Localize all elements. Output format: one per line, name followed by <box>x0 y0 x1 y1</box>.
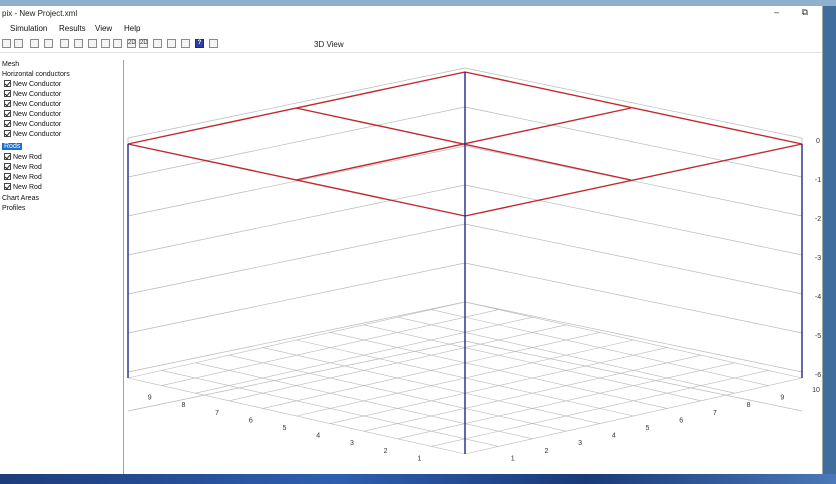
checkbox[interactable] <box>4 183 11 190</box>
menu-help[interactable]: Help <box>124 24 140 33</box>
tree-item-conductor[interactable]: New Conductor <box>4 130 61 140</box>
menu-simulation[interactable]: Simulation <box>10 24 47 33</box>
y-tick-label: 3 <box>350 440 354 447</box>
chart-icon[interactable] <box>153 39 162 48</box>
z-tick-label: -1 <box>815 177 821 184</box>
checkbox[interactable] <box>4 100 11 107</box>
desktop-strip-bottom <box>0 474 836 484</box>
x-tick-label: 10 <box>812 387 820 394</box>
window-controls[interactable]: – ⧉ <box>774 7 818 18</box>
3d-view-canvas[interactable]: 0 -1 -2 -3 -4 -5 -6 1 2 3 4 5 6 7 8 9 10 1 2 3 4 5 6 7 8 9 <box>124 60 822 476</box>
tree-item-profiles[interactable]: Profiles <box>2 204 25 214</box>
wall-level-line <box>127 223 466 295</box>
z-tick-label: -3 <box>815 255 821 262</box>
y-tick-label: 7 <box>215 410 219 417</box>
x-tick-label: 9 <box>780 395 784 402</box>
wall-level-line <box>127 184 466 256</box>
2d-plot-icon[interactable]: 2D <box>127 39 136 48</box>
tree-item-conductor[interactable]: New Conductor <box>4 120 61 130</box>
x-tick-label: 6 <box>679 417 683 424</box>
tree-item-horizontal-conductors[interactable]: Horizontal conductors <box>2 70 70 80</box>
x-tick-label: 7 <box>713 410 717 417</box>
x-tick-label: 2 <box>544 448 548 455</box>
tree-item-chart-areas[interactable]: Chart Areas <box>2 194 39 204</box>
y-tick-label: 2 <box>384 448 388 455</box>
disk-icon[interactable] <box>14 39 23 48</box>
tree-item-conductor[interactable]: New Conductor <box>4 110 61 120</box>
wall-level-line <box>464 301 803 373</box>
open-icon[interactable] <box>30 39 39 48</box>
tree-item-rods[interactable]: Rods <box>2 142 23 152</box>
z-tick-label: -4 <box>815 294 821 301</box>
menu-bar: Simulation Results View Help <box>0 22 822 36</box>
wall-level-line <box>464 106 803 178</box>
window-title: pix - New Project.xml <box>2 9 78 18</box>
arrow-icon[interactable] <box>60 39 69 48</box>
x-tick-label: 4 <box>612 433 616 440</box>
chart-edit-icon[interactable] <box>181 39 190 48</box>
tab-3d-view[interactable]: 3D View <box>314 40 344 49</box>
edit-icon[interactable] <box>44 39 53 48</box>
rods-icon[interactable] <box>113 39 122 48</box>
y-tick-label: 8 <box>181 402 185 409</box>
y-tick-label: 6 <box>249 417 253 424</box>
save-icon[interactable] <box>2 39 11 48</box>
checkbox[interactable] <box>4 90 11 97</box>
title-bar: pix - New Project.xml – ⧉ <box>0 6 822 22</box>
menu-view[interactable]: View <box>95 24 112 33</box>
tree-item-rod[interactable]: New Rod <box>4 173 42 183</box>
surface-icon[interactable] <box>167 39 176 48</box>
menu-results[interactable]: Results <box>59 24 86 33</box>
app-window: pix - New Project.xml – ⧉ Simulation Res… <box>0 6 823 476</box>
z-tick-label: -2 <box>815 216 821 223</box>
tree-item-rod[interactable]: New Rod <box>4 163 42 173</box>
tree-item-conductor[interactable]: New Conductor <box>4 90 61 100</box>
tree-item-conductor[interactable]: New Conductor <box>4 80 61 90</box>
x-tick-label: 1 <box>511 455 515 462</box>
help-icon[interactable]: ? <box>195 39 204 48</box>
checkbox[interactable] <box>4 110 11 117</box>
toolbar: 2D 2D? <box>0 37 822 53</box>
tree-item-rod[interactable]: New Rod <box>4 153 42 163</box>
z-tick-label: -6 <box>815 372 821 379</box>
wall-level-line <box>127 301 466 373</box>
wall-level-line <box>464 67 803 139</box>
wall-level-line <box>127 67 466 139</box>
table-icon[interactable] <box>101 39 110 48</box>
tree-item-mesh[interactable]: Mesh <box>2 60 19 70</box>
checkbox[interactable] <box>4 130 11 137</box>
checkbox[interactable] <box>4 80 11 87</box>
wall-level-line <box>127 106 466 178</box>
y-tick-label: 1 <box>417 455 421 462</box>
x-tick-label: 3 <box>578 440 582 447</box>
checkbox[interactable] <box>4 120 11 127</box>
settings-icon[interactable] <box>209 39 218 48</box>
wall-level-line <box>464 262 803 334</box>
z-tick-label: -5 <box>815 333 821 340</box>
checkbox[interactable] <box>4 163 11 170</box>
project-tree: Mesh Horizontal conductors New Conductor… <box>0 60 124 476</box>
checkbox[interactable] <box>4 173 11 180</box>
bars-icon[interactable] <box>74 39 83 48</box>
checkbox[interactable] <box>4 153 11 160</box>
2d-alt-icon[interactable]: 2D <box>139 39 148 48</box>
tree-item-rod[interactable]: New Rod <box>4 183 42 193</box>
wall-level-line <box>464 223 803 295</box>
y-tick-label: 9 <box>148 395 152 402</box>
y-tick-label: 5 <box>283 425 287 432</box>
z-tick-label: 0 <box>816 138 820 145</box>
x-tick-label: 5 <box>646 425 650 432</box>
wall-level-line <box>464 184 803 256</box>
tree-item-conductor[interactable]: New Conductor <box>4 100 61 110</box>
wall-level-line <box>127 262 466 334</box>
y-tick-label: 4 <box>316 433 320 440</box>
grid-icon[interactable] <box>88 39 97 48</box>
x-tick-label: 8 <box>747 402 751 409</box>
